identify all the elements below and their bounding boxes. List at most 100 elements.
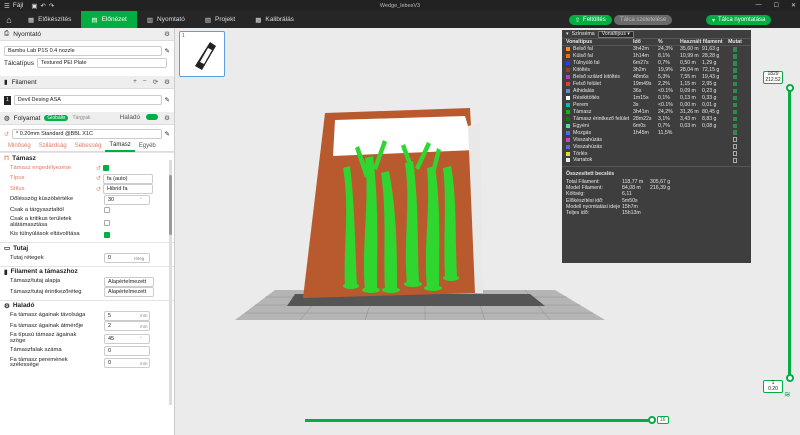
support-walls-label: Támaszfalak száma [10,347,62,353]
legend-time-cell: 3h42m [633,46,649,53]
legend-show-checkbox[interactable] [732,144,738,149]
layer-slider-track[interactable] [788,88,791,378]
layers-icon[interactable]: ≋ [784,390,791,399]
toggle-global[interactable]: Globális [44,115,69,121]
sidebar-scrollbar-thumb[interactable] [169,175,172,235]
tab-speed[interactable]: Sebesség [71,140,106,152]
tab-support[interactable]: Támasz [105,140,135,152]
tab-others[interactable]: Egyéb [135,140,160,152]
support-enable-checkbox[interactable] [103,165,110,172]
reset-icon[interactable]: ↺ [96,186,101,193]
summary-value: 84,08 m [622,185,641,192]
printer-icon: ▥ [146,16,154,24]
support-type-select[interactable]: fa (auto) [103,173,154,184]
legend-type-cell: Visszahúzás [566,144,633,150]
legend-type-cell: Külső fal [566,53,633,59]
legend-color-swatch [566,68,570,73]
legend-type-cell: Támasz [566,109,633,115]
legend-show-checkbox[interactable] [732,61,738,66]
tab-calibration[interactable]: ▩ Kalibrálás [245,11,304,28]
legend-show-checkbox[interactable] [732,54,738,59]
add-filament-icon[interactable]: + [133,78,137,86]
legend-show-cell [728,151,742,156]
on-build-plate-only-checkbox[interactable] [104,207,110,214]
branch-angle-input[interactable]: 45 [104,333,150,344]
edit-icon[interactable]: ✎ [165,47,170,55]
legend-length-cell: 0,13 m [680,95,696,102]
slice-plate-button[interactable]: Tálca szeletelése [614,15,673,25]
print-plate-button[interactable]: ▾ Tálca nyomtatása [706,15,772,25]
filament-sync-icon[interactable]: ⟳ [153,78,158,86]
process-settings-icon[interactable]: ⚙ [164,114,170,122]
threshold-angle-spin[interactable]: 30 [104,194,150,205]
advanced-toggle[interactable] [146,114,159,120]
plate-type-label: Tálcatípus [4,59,34,67]
tab-preview[interactable]: ▤ Előnézet [81,11,137,28]
remove-filament-icon[interactable]: − [143,78,147,86]
filament-select[interactable]: Devil Desing ASA [13,95,162,105]
support-walls-spin[interactable]: 0 [104,345,150,356]
legend-show-checkbox[interactable] [732,123,738,129]
legend-show-checkbox[interactable] [732,116,738,122]
layer-slider-bottom-handle[interactable] [785,374,794,382]
tab-project[interactable]: ▧ Projekt [195,11,245,28]
legend-show-checkbox[interactable] [732,81,738,87]
upload-button[interactable]: ⇧ Feltöltés [569,15,612,25]
tab-prepare[interactable]: ▦ Előkészítés [18,11,81,28]
legend-pct-cell: 24,3% [658,46,673,53]
filament-settings-icon[interactable]: ⚙ [164,78,170,86]
reset-icon[interactable]: ↺ [96,175,101,182]
legend-show-checkbox[interactable] [732,151,738,156]
move-slider-track[interactable] [305,419,655,422]
legend-type-cell: Visszahúzás [566,137,633,143]
legend-type-name: Támasz érintkező felület [573,115,630,122]
tab-preview-label: Előnézet [101,16,127,23]
legend-show-checkbox[interactable] [732,88,738,94]
close-icon[interactable]: ✕ [791,2,796,9]
settings-gear-icon[interactable]: ⚙ [164,30,170,38]
printer-select[interactable]: Bambu Lab P1S 0.4 nozzle [4,46,162,56]
tab-project-label: Projekt [215,16,236,23]
legend-show-checkbox[interactable] [732,95,738,101]
layer-slider-top-handle[interactable] [785,84,794,92]
tab-quality[interactable]: Minőség [4,140,35,152]
filament-edit-icon[interactable]: ✎ [165,96,170,104]
support-style-select[interactable]: Hibrid fa [103,184,154,195]
home-icon[interactable]: ⌂ [0,11,18,28]
legend-type-name: Áthidalás [573,88,595,95]
minimize-icon[interactable]: — [756,2,762,9]
tab-strength[interactable]: Szilárdság [35,140,71,152]
support-walls-row: Támaszfalak száma 0 [0,345,174,357]
support-base-row: Támasz/tutaj alapja Alapértelmezett [0,276,174,288]
move-slider-handle[interactable] [648,416,656,424]
legend-show-checkbox[interactable] [732,74,738,80]
legend-row: Belső fal 3h42m 24,3% 35,60 m 91,63 g [562,46,751,53]
legend-scheme-select[interactable]: Vonaltípus ▾ [597,30,634,38]
summary-value: 15h13m [622,209,641,216]
critical-regions-checkbox[interactable] [104,219,110,226]
remove-small-overhangs-checkbox[interactable] [104,231,110,238]
support-base-select[interactable]: Alapértelmezett [104,276,154,287]
legend-collapse-icon[interactable]: ▾ [566,31,569,37]
reset-icon[interactable]: ↺ [4,131,9,138]
support-interface-select[interactable]: Alapértelmezett [104,287,154,298]
process-profile-select[interactable]: * 0.20mm Standard @BBL X1C [12,129,162,139]
plate-type-select[interactable]: Textured PEI Plate [37,58,167,68]
legend-show-checkbox[interactable] [732,102,738,108]
legend-show-checkbox[interactable] [732,158,738,163]
profile-edit-icon[interactable]: ✎ [165,130,170,138]
printer-section-header: ⎙ Nyomtató ⚙ [0,28,174,41]
legend-show-checkbox[interactable] [732,130,738,135]
legend-show-checkbox[interactable] [732,109,738,115]
legend-show-checkbox[interactable] [732,68,738,73]
tab-printer[interactable]: ▥ Nyomtató [137,11,195,28]
legend-type-cell: Mozgás [566,130,633,136]
maximize-icon[interactable]: ☐ [774,2,779,9]
printer-select-value: Bambu Lab P1S 0.4 nozzle [8,48,75,54]
filament-select-value: Devil Desing ASA [17,97,61,103]
legend-show-checkbox[interactable] [732,47,738,52]
toggle-object[interactable]: Tárgyak [72,115,90,121]
reset-icon[interactable]: ↺ [96,165,101,172]
legend-show-checkbox[interactable] [732,137,738,142]
legend-header-type: Vonaltípus [566,39,593,45]
